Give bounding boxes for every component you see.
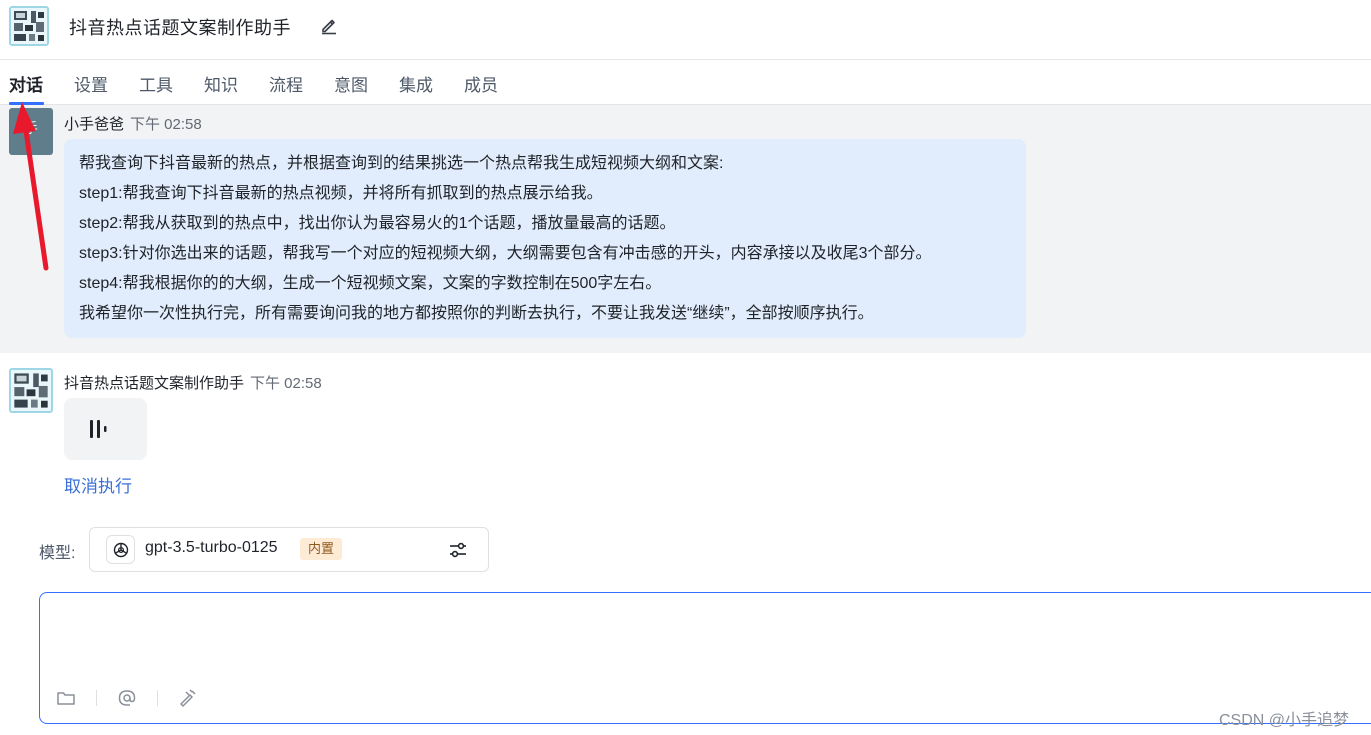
app-avatar-icon bbox=[9, 6, 49, 46]
header: 抖音热点话题文案制作助手 bbox=[0, 0, 1371, 60]
toolbar-divider bbox=[157, 690, 158, 706]
tab-flow[interactable]: 流程 bbox=[269, 71, 303, 96]
message-input[interactable] bbox=[52, 603, 1356, 677]
watermark: CSDN @小手追梦 bbox=[1219, 712, 1350, 729]
bot-loading-bubble bbox=[64, 398, 147, 460]
pencil-icon[interactable] bbox=[319, 15, 339, 40]
tab-knowledge[interactable]: 知识 bbox=[204, 71, 238, 96]
model-name: gpt-3.5-turbo-0125 bbox=[145, 539, 278, 556]
message-line: step3:针对你选出来的话题，帮我写一个对应的短视频大纲，大纲需要包含有冲击感… bbox=[79, 245, 932, 262]
tab-integration[interactable]: 集成 bbox=[399, 71, 433, 96]
app-title: 抖音热点话题文案制作助手 bbox=[69, 18, 291, 38]
message-line: step2:帮我从获取到的热点中，找出你认为最容易火的1个话题，播放量最高的话题… bbox=[79, 215, 676, 232]
builtin-badge: 内置 bbox=[300, 538, 343, 560]
model-select[interactable]: gpt-3.5-turbo-0125 内置 bbox=[89, 527, 489, 572]
tab-members[interactable]: 成员 bbox=[464, 71, 498, 96]
sender-name: 小手爸爸 bbox=[64, 116, 125, 133]
avatar: 手 bbox=[9, 108, 53, 155]
bot-message-meta: 抖音热点话题文案制作助手 下午 02:58 bbox=[64, 372, 322, 393]
message-line: step4:帮我根据你的的大纲，生成一个短视频文案，文案的字数控制在500字左右… bbox=[79, 275, 662, 292]
message-line: 帮我查询下抖音最新的热点，并根据查询到的结果挑选一个热点帮我生成短视频大纲和文案… bbox=[79, 155, 724, 172]
message-time: 下午 02:58 bbox=[250, 375, 322, 392]
user-message-meta: 小手爸爸 下午 02:58 bbox=[64, 113, 202, 134]
model-label: 模型: bbox=[39, 545, 76, 562]
tab-intent[interactable]: 意图 bbox=[334, 71, 368, 96]
loading-audio-icon bbox=[90, 420, 107, 438]
tab-settings[interactable]: 设置 bbox=[74, 71, 108, 96]
magic-wand-icon[interactable] bbox=[178, 689, 198, 712]
message-line: 我希望你一次性执行完，所有需要询问我的地方都按照你的判断去执行，不要让我发送“继… bbox=[79, 305, 874, 322]
sliders-icon[interactable] bbox=[448, 540, 468, 565]
toolbar-divider bbox=[96, 690, 97, 706]
folder-icon[interactable] bbox=[56, 689, 76, 712]
message-time: 下午 02:58 bbox=[130, 116, 202, 133]
message-input-box[interactable] bbox=[39, 592, 1371, 724]
cancel-execution-link[interactable]: 取消执行 bbox=[64, 472, 132, 497]
tab-chat[interactable]: 对话 bbox=[9, 71, 43, 96]
user-message-bubble: 帮我查询下抖音最新的热点，并根据查询到的结果挑选一个热点帮我生成短视频大纲和文案… bbox=[64, 139, 1026, 338]
bot-avatar-icon bbox=[9, 368, 53, 413]
tab-tools[interactable]: 工具 bbox=[139, 71, 173, 96]
message-line: step1:帮我查询下抖音最新的热点视频，并将所有抓取到的热点展示给我。 bbox=[79, 185, 603, 202]
tab-bar: 对话 设置 工具 知识 流程 意图 集成 成员 bbox=[0, 60, 1371, 105]
openai-icon bbox=[106, 535, 135, 564]
at-icon[interactable] bbox=[117, 689, 137, 712]
sender-name: 抖音热点话题文案制作助手 bbox=[64, 375, 245, 392]
